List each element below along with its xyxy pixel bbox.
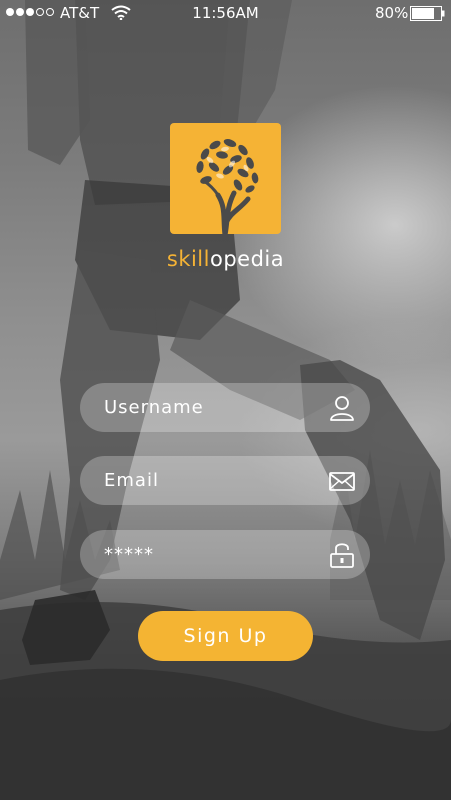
app-logo (170, 123, 281, 234)
email-field[interactable] (80, 456, 370, 505)
unlock-icon (330, 543, 354, 568)
battery-percentage: 80% (375, 4, 409, 22)
wordmark-part-skill: skill (166, 247, 210, 271)
username-field[interactable] (80, 383, 370, 432)
user-icon (330, 396, 354, 421)
password-input[interactable] (104, 530, 324, 579)
envelope-icon (329, 472, 355, 491)
battery-icon (410, 6, 445, 21)
wordmark-part-opedia: opedia (209, 247, 285, 271)
sign-up-button[interactable]: Sign Up (138, 611, 313, 661)
status-bar: AT&T 11:56AM 80% (0, 0, 451, 26)
battery-fill (412, 8, 434, 19)
email-input[interactable] (104, 456, 324, 505)
signup-screen: AT&T 11:56AM 80% skillopedia Username Em… (0, 0, 451, 800)
tree-icon (196, 139, 259, 234)
username-input[interactable] (104, 383, 324, 432)
app-wordmark: skillopedia (0, 247, 451, 271)
password-field[interactable] (80, 530, 370, 579)
